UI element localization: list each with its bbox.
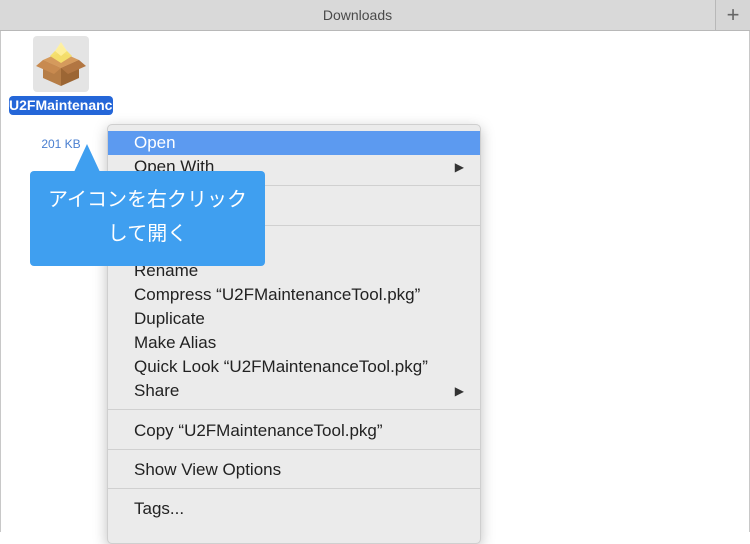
callout-line-1: アイコンを右クリック — [48, 189, 247, 211]
menu-item-label: Make Alias — [134, 333, 217, 352]
menu-item-share[interactable]: Share ▶ — [108, 379, 480, 403]
package-icon — [36, 42, 86, 86]
menu-item-label: Duplicate — [134, 309, 205, 328]
tab-bar: Downloads + — [0, 0, 750, 31]
menu-item-compress[interactable]: Compress “U2FMaintenanceTool.pkg” — [108, 283, 480, 307]
menu-item-label: Tags... — [134, 499, 185, 518]
package-file-icon[interactable] — [33, 36, 89, 92]
menu-item-label: Show View Options — [134, 460, 282, 479]
menu-item-make-alias[interactable]: Make Alias — [108, 331, 480, 355]
submenu-arrow-icon: ▶ — [454, 160, 464, 174]
menu-item-label: Compress “U2FMaintenanceTool.pkg” — [134, 285, 421, 304]
instruction-callout: アイコンを右クリック して開く — [30, 171, 265, 266]
menu-item-copy[interactable]: Copy “U2FMaintenanceTool.pkg” — [108, 419, 480, 443]
menu-item-open[interactable]: Open — [108, 131, 480, 155]
callout-line-2: して開く — [107, 223, 188, 245]
file-name-label[interactable]: U2FMaintenanceTool.pkg — [9, 96, 178, 115]
menu-item-label: Copy “U2FMaintenanceTool.pkg” — [134, 421, 383, 440]
menu-item-show-view-options[interactable]: Show View Options — [108, 458, 480, 482]
menu-separator — [108, 488, 480, 489]
menu-item-quick-look[interactable]: Quick Look “U2FMaintenanceTool.pkg” — [108, 355, 480, 379]
menu-item-label: Quick Look “U2FMaintenanceTool.pkg” — [134, 357, 428, 376]
tab-downloads[interactable]: Downloads — [0, 0, 716, 30]
menu-item-tags[interactable]: Tags... — [108, 497, 480, 521]
new-tab-button[interactable]: + — [716, 0, 750, 30]
menu-separator — [108, 409, 480, 410]
menu-item-label: Share — [134, 381, 180, 400]
menu-item-duplicate[interactable]: Duplicate — [108, 307, 480, 331]
menu-item-label: Open — [134, 133, 176, 152]
menu-separator — [108, 449, 480, 450]
submenu-arrow-icon: ▶ — [454, 384, 464, 398]
callout-tail — [74, 144, 100, 172]
